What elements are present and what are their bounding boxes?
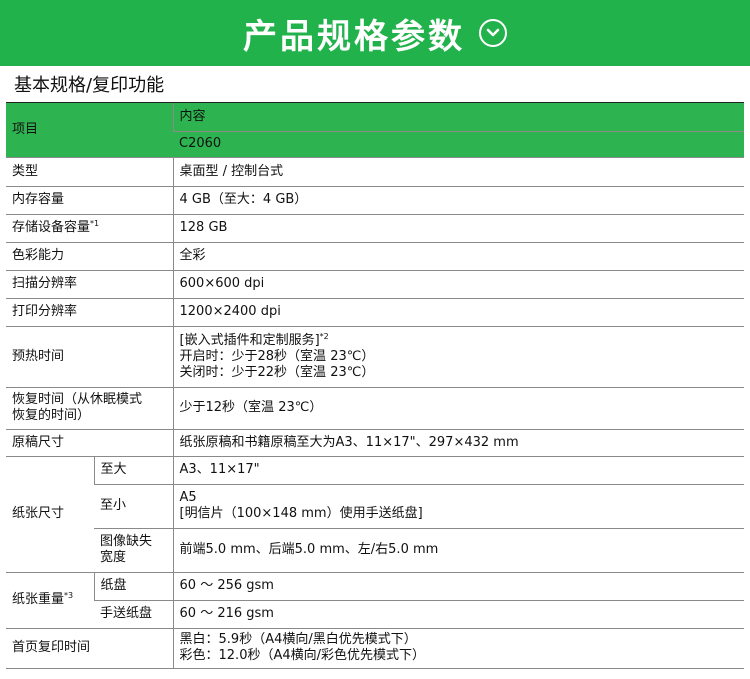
row-value: 1200×2400 dpi xyxy=(172,298,744,327)
row-value: 桌面型 / 控制台式 xyxy=(172,157,744,187)
table-row: 打印分辨率 1200×2400 dpi xyxy=(6,298,744,327)
row-value-cell: A5 [明信片（100×148 mm）使用手送纸盘] xyxy=(172,484,744,529)
table-row: 存储设备容量*1 128 GB xyxy=(6,214,744,243)
row-label: 恢复的时间） xyxy=(12,408,91,423)
footnote-mark: *3 xyxy=(64,591,74,600)
chevron-down-circle-icon[interactable] xyxy=(479,19,507,47)
banner-title: 产品规格参数 xyxy=(243,16,465,57)
section-title: 基本规格/复印功能 xyxy=(6,66,744,103)
row-value: 128 GB xyxy=(172,214,744,243)
sub-label: 至大 xyxy=(93,456,174,485)
header-content: 内容 xyxy=(172,103,744,132)
warmup-line: [嵌入式插件和定制服务] xyxy=(179,332,320,348)
row-value: 黑白：5.9秒（A4横向/黑白优先模式下） xyxy=(179,632,417,647)
row-label: 原稿尺寸 xyxy=(6,429,174,457)
footnote-mark: *2 xyxy=(319,331,329,341)
table-row: 扫描分辨率 600×600 dpi xyxy=(6,270,744,299)
row-label: 存储设备容量 xyxy=(12,220,91,235)
sub-label: 图像缺失 xyxy=(100,534,153,549)
row-value: 全彩 xyxy=(172,242,744,271)
sub-label-cell: 图像缺失 宽度 xyxy=(94,528,174,573)
table-row: 类型 桌面型 / 控制台式 xyxy=(6,157,744,187)
row-value: 纸张原稿和书籍原稿至大为A3、11×17"、297×432 mm xyxy=(172,429,744,457)
spec-banner: 产品规格参数 xyxy=(0,0,750,66)
row-label: 恢复时间（从休眠模式 xyxy=(12,392,143,407)
row-label-cell: 恢复时间（从休眠模式 恢复的时间） xyxy=(6,387,174,430)
row-label-cell: 存储设备容量*1 xyxy=(6,214,174,243)
spec-table: 项目 内容 C2060 类型 桌面型 / 控制台式 内存容量 4 GB（至大：4… xyxy=(6,103,744,669)
row-value: A5 xyxy=(179,490,197,505)
footnote-mark: *1 xyxy=(90,219,100,228)
sub-label: 至小 xyxy=(94,484,174,529)
row-label: 纸张重量 xyxy=(12,592,65,607)
table-row: 纸张尺寸 至大 A3、11×17" xyxy=(6,456,744,573)
row-label: 纸张尺寸 xyxy=(6,456,94,573)
table-row: 首页复印时间 黑白：5.9秒（A4横向/黑白优先模式下） 彩色：12.0秒（A4… xyxy=(6,628,744,669)
row-value: 60 ～ 216 gsm xyxy=(172,600,744,629)
table-row: 色彩能力 全彩 xyxy=(6,242,744,271)
table-header-row: 项目 内容 xyxy=(6,103,744,158)
table-row: 至小 A5 [明信片（100×148 mm）使用手送纸盘] xyxy=(6,484,744,529)
warmup-line: 开启时：少于28秒（室温 23℃） xyxy=(179,348,375,364)
warmup-line: 关闭时：少于22秒（室温 23℃） xyxy=(179,364,375,380)
sub-label: 纸盘 xyxy=(93,572,174,601)
header-model: C2060 xyxy=(173,131,744,158)
row-label: 色彩能力 xyxy=(6,242,174,271)
row-value: 60 ～ 256 gsm xyxy=(172,572,744,601)
row-value: 600×600 dpi xyxy=(172,270,744,299)
table-row: 图像缺失 宽度 前端5.0 mm、后端5.0 mm、左/右5.0 mm xyxy=(6,528,744,573)
row-value: 少于12秒（室温 23℃） xyxy=(172,387,744,430)
table-row: 纸张重量*3 纸盘 60 ～ 256 gsm xyxy=(6,572,744,629)
row-label: 扫描分辨率 xyxy=(6,270,174,299)
table-row: 内存容量 4 GB（至大：4 GB） xyxy=(6,186,744,215)
row-value-cell: [嵌入式插件和定制服务]*2 开启时：少于28秒（室温 23℃） 关闭时：少于2… xyxy=(172,326,744,388)
row-value: 彩色：12.0秒（A4横向/彩色优先模式下） xyxy=(179,648,426,663)
table-row: 原稿尺寸 纸张原稿和书籍原稿至大为A3、11×17"、297×432 mm xyxy=(6,429,744,457)
row-value: 前端5.0 mm、后端5.0 mm、左/右5.0 mm xyxy=(172,528,744,573)
table-row: 手送纸盘 60 ～ 216 gsm xyxy=(6,600,744,629)
sub-label: 手送纸盘 xyxy=(94,600,174,629)
row-label: 预热时间 xyxy=(6,326,174,388)
table-row: 预热时间 [嵌入式插件和定制服务]*2 开启时：少于28秒（室温 23℃） 关闭… xyxy=(6,326,744,388)
row-value: A3、11×17" xyxy=(172,456,744,485)
row-label: 打印分辨率 xyxy=(6,298,174,327)
table-row: 恢复时间（从休眠模式 恢复的时间） 少于12秒（室温 23℃） xyxy=(6,387,744,430)
row-label: 首页复印时间 xyxy=(6,628,174,669)
row-value: 4 GB（至大：4 GB） xyxy=(172,186,744,215)
row-label: 类型 xyxy=(6,157,174,187)
row-label-cell: 纸张重量*3 xyxy=(6,572,94,629)
row-value: [明信片（100×148 mm）使用手送纸盘] xyxy=(179,506,423,521)
row-label: 内存容量 xyxy=(6,186,174,215)
sub-label: 宽度 xyxy=(100,550,127,565)
row-value-cell: 黑白：5.9秒（A4横向/黑白优先模式下） 彩色：12.0秒（A4横向/彩色优先… xyxy=(172,628,744,669)
header-item: 项目 xyxy=(6,103,174,158)
